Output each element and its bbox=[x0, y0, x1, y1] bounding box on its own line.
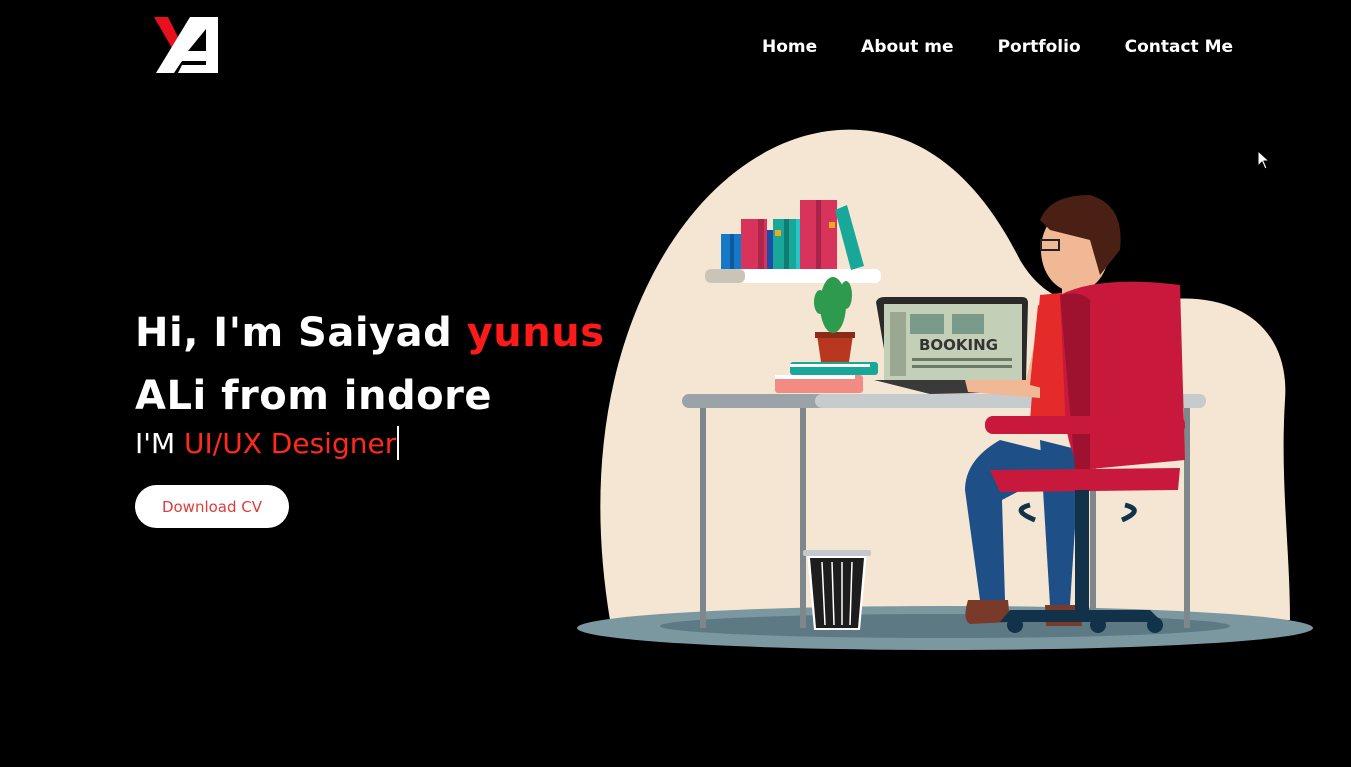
download-cv-button[interactable]: Download CV bbox=[135, 485, 289, 528]
hero-title-prefix: Hi, I'm Saiyad bbox=[135, 310, 453, 356]
hero-subtitle-role: UI/UX Designer bbox=[184, 427, 397, 460]
hero-subtitle-prefix: I'M bbox=[135, 427, 176, 460]
nav-about-link[interactable]: About me bbox=[839, 35, 975, 59]
hero-illustration: BOOKING bbox=[570, 80, 1330, 680]
mouse-pointer-icon bbox=[1257, 150, 1271, 170]
hero-title-suffix: ALi from indore bbox=[135, 373, 492, 419]
nav-home-link[interactable]: Home bbox=[740, 35, 839, 59]
nav-contact-link[interactable]: Contact Me bbox=[1103, 35, 1255, 59]
ya-logo-icon bbox=[154, 17, 218, 73]
laptop-screen-text: BOOKING bbox=[919, 336, 998, 354]
typing-cursor bbox=[397, 426, 400, 460]
nav-portfolio-link[interactable]: Portfolio bbox=[976, 35, 1103, 59]
hero-subtitle: I'M UI/UX Designer bbox=[135, 424, 400, 464]
main-nav: Home About me Portfolio Contact Me bbox=[740, 35, 1255, 59]
hero-title: Hi, I'm Saiyad yunus ALi from indore bbox=[135, 302, 615, 428]
person-working-at-desk-illustration: BOOKING bbox=[577, 129, 1313, 650]
page: Home About me Portfolio Contact Me Hi, I… bbox=[0, 0, 1351, 767]
logo[interactable] bbox=[152, 15, 222, 77]
